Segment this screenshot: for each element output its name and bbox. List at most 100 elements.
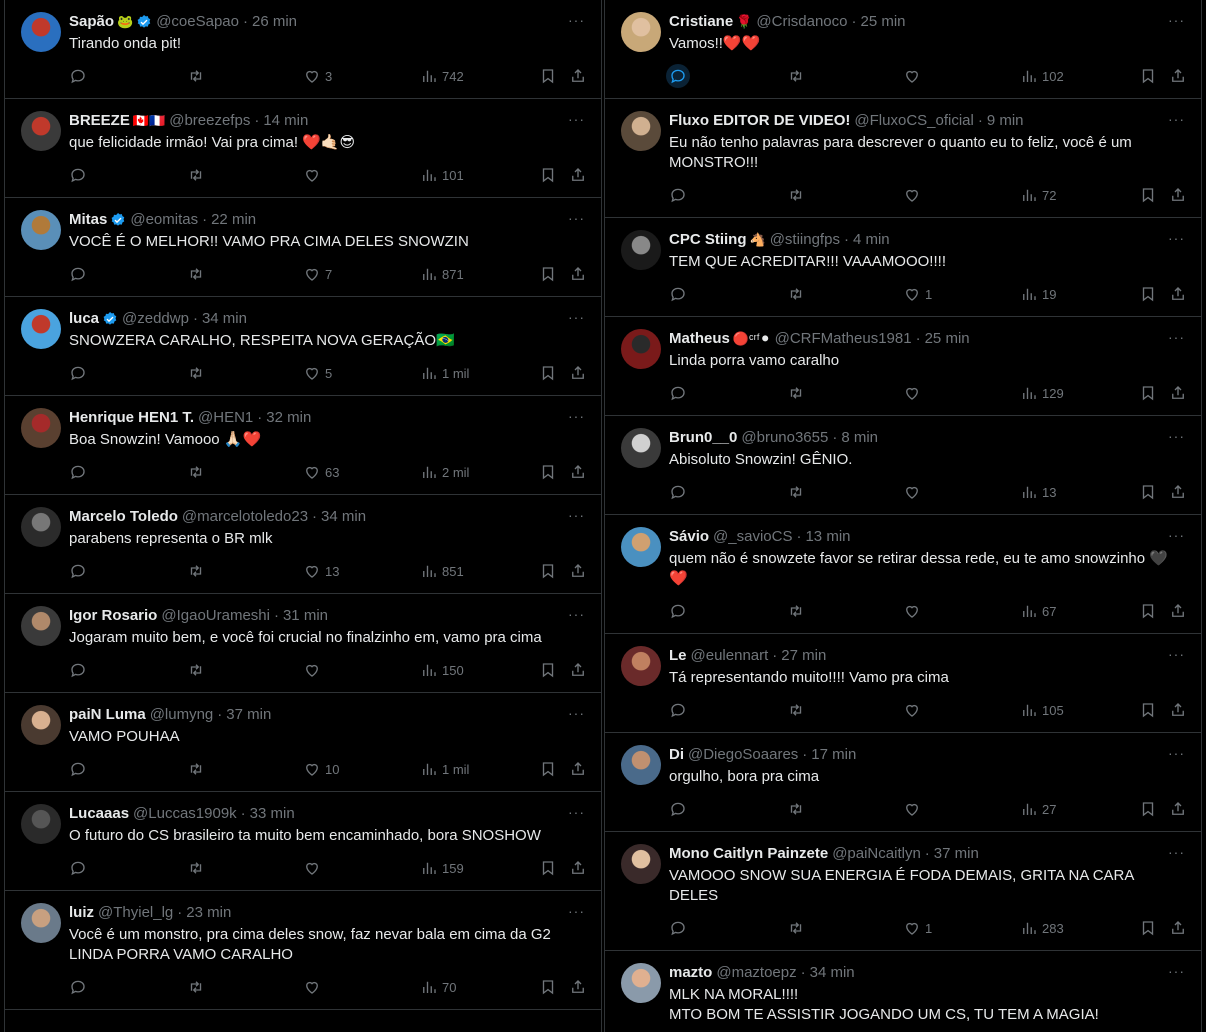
bookmark-button[interactable] <box>539 561 557 581</box>
author-handle[interactable]: @eomitas <box>130 210 198 230</box>
share-button[interactable] <box>569 660 587 680</box>
reply-button[interactable] <box>669 700 691 720</box>
tweet[interactable]: Brun0__0 @bruno3655 · 8 min ··· Abisoluto Sno… <box>605 416 1201 515</box>
avatar[interactable] <box>21 408 61 448</box>
like-button[interactable]: 63 <box>303 462 339 482</box>
timestamp[interactable]: 37 min <box>934 844 979 864</box>
like-button[interactable]: 3 <box>303 66 332 86</box>
share-button[interactable] <box>1169 482 1187 502</box>
bookmark-button[interactable] <box>539 759 557 779</box>
timestamp[interactable]: 22 min <box>211 210 256 230</box>
author-name[interactable]: BREEZE <box>69 111 130 131</box>
author-handle[interactable]: @bruno3655 <box>741 428 828 448</box>
timestamp[interactable]: 27 min <box>781 646 826 666</box>
retweet-button[interactable] <box>187 561 209 581</box>
author-handle[interactable]: @Thyiel_lg <box>98 903 173 923</box>
views-button[interactable]: 150 <box>420 660 464 680</box>
timestamp[interactable]: 23 min <box>186 903 231 923</box>
bookmark-button[interactable] <box>1139 284 1157 304</box>
tweet[interactable]: Mono Caitlyn Painzete @paiNcaitlyn · 37 min… <box>605 832 1201 951</box>
more-icon[interactable]: ··· <box>1168 527 1185 543</box>
tweet[interactable]: mazto @maztoepz · 34 min ··· MLK NA MORAL!!!!… <box>605 951 1201 1032</box>
reply-button[interactable] <box>69 660 91 680</box>
views-button[interactable]: 101 <box>420 165 464 185</box>
more-icon[interactable]: ··· <box>568 111 585 127</box>
tweet[interactable]: luca @zeddwp · 34 min ··· SNOWZERA CARALHO, R… <box>5 297 601 396</box>
views-button[interactable]: 102 <box>1020 66 1064 86</box>
timestamp[interactable]: 32 min <box>266 408 311 428</box>
like-button[interactable] <box>303 858 325 878</box>
bookmark-button[interactable] <box>539 858 557 878</box>
share-button[interactable] <box>1169 601 1187 621</box>
author-handle[interactable]: @IgaoUrameshi <box>161 606 270 626</box>
reply-button[interactable] <box>69 759 91 779</box>
timestamp[interactable]: 9 min <box>987 111 1024 131</box>
share-button[interactable] <box>569 977 587 997</box>
avatar[interactable] <box>621 111 661 151</box>
share-button[interactable] <box>569 66 587 86</box>
share-button[interactable] <box>569 759 587 779</box>
bookmark-button[interactable] <box>1139 918 1157 938</box>
more-icon[interactable]: ··· <box>1168 230 1185 246</box>
author-name[interactable]: Igor Rosario <box>69 606 157 626</box>
avatar[interactable] <box>621 329 661 369</box>
retweet-button[interactable] <box>787 482 809 502</box>
timestamp[interactable]: 25 min <box>925 329 970 349</box>
more-icon[interactable]: ··· <box>568 12 585 28</box>
bookmark-button[interactable] <box>539 363 557 383</box>
author-handle[interactable]: @zeddwp <box>122 309 189 329</box>
reply-button[interactable] <box>69 165 91 185</box>
tweet[interactable]: Cristiane 🌹 @Crisdanoco · 25 min ··· Vamos!!❤️… <box>605 0 1201 99</box>
author-name[interactable]: Marcelo Toledo <box>69 507 178 527</box>
like-button[interactable] <box>303 660 325 680</box>
retweet-button[interactable] <box>187 264 209 284</box>
like-button[interactable] <box>903 185 925 205</box>
views-button[interactable]: 1 mil <box>420 363 469 383</box>
retweet-button[interactable] <box>187 462 209 482</box>
reply-button[interactable] <box>669 383 691 403</box>
reply-button[interactable] <box>69 858 91 878</box>
share-button[interactable] <box>1169 185 1187 205</box>
bookmark-button[interactable] <box>1139 185 1157 205</box>
retweet-button[interactable] <box>187 363 209 383</box>
more-icon[interactable]: ··· <box>1168 646 1185 662</box>
views-button[interactable]: 2 mil <box>420 462 469 482</box>
reply-button[interactable] <box>669 482 691 502</box>
views-button[interactable]: 1 mil <box>420 759 469 779</box>
retweet-button[interactable] <box>787 66 809 86</box>
timestamp[interactable]: 34 min <box>321 507 366 527</box>
share-button[interactable] <box>569 858 587 878</box>
author-handle[interactable]: @DiegoSoaares <box>688 745 798 765</box>
share-button[interactable] <box>1169 383 1187 403</box>
avatar[interactable] <box>21 309 61 349</box>
more-icon[interactable]: ··· <box>1168 745 1185 761</box>
retweet-button[interactable] <box>787 918 809 938</box>
avatar[interactable] <box>621 428 661 468</box>
tweet[interactable]: Henrique HEN1 T. @HEN1 · 32 min ··· Boa Snowz… <box>5 396 601 495</box>
like-button[interactable] <box>903 700 925 720</box>
more-icon[interactable]: ··· <box>568 507 585 523</box>
reply-button[interactable] <box>669 601 691 621</box>
share-button[interactable] <box>569 561 587 581</box>
author-handle[interactable]: @lumyng <box>150 705 214 725</box>
retweet-button[interactable] <box>787 284 809 304</box>
avatar[interactable] <box>21 903 61 943</box>
author-handle[interactable]: @breezefps <box>169 111 250 131</box>
bookmark-button[interactable] <box>539 462 557 482</box>
author-name[interactable]: Lucaaas <box>69 804 129 824</box>
reply-button[interactable] <box>69 561 91 581</box>
tweet[interactable]: Di @DiegoSoaares · 17 min ··· orgulho, bora p… <box>605 733 1201 832</box>
share-button[interactable] <box>1169 66 1187 86</box>
bookmark-button[interactable] <box>539 977 557 997</box>
reply-button[interactable] <box>69 462 91 482</box>
more-icon[interactable]: ··· <box>1168 329 1185 345</box>
like-button[interactable] <box>903 66 925 86</box>
like-button[interactable]: 7 <box>303 264 332 284</box>
bookmark-button[interactable] <box>1139 799 1157 819</box>
retweet-button[interactable] <box>787 799 809 819</box>
share-button[interactable] <box>1169 799 1187 819</box>
retweet-button[interactable] <box>187 165 209 185</box>
tweet[interactable]: Fluxo EDITOR DE VIDEO! @FluxoCS_oficial · 9… <box>605 99 1201 218</box>
timestamp[interactable]: 31 min <box>283 606 328 626</box>
reply-button[interactable] <box>669 918 691 938</box>
